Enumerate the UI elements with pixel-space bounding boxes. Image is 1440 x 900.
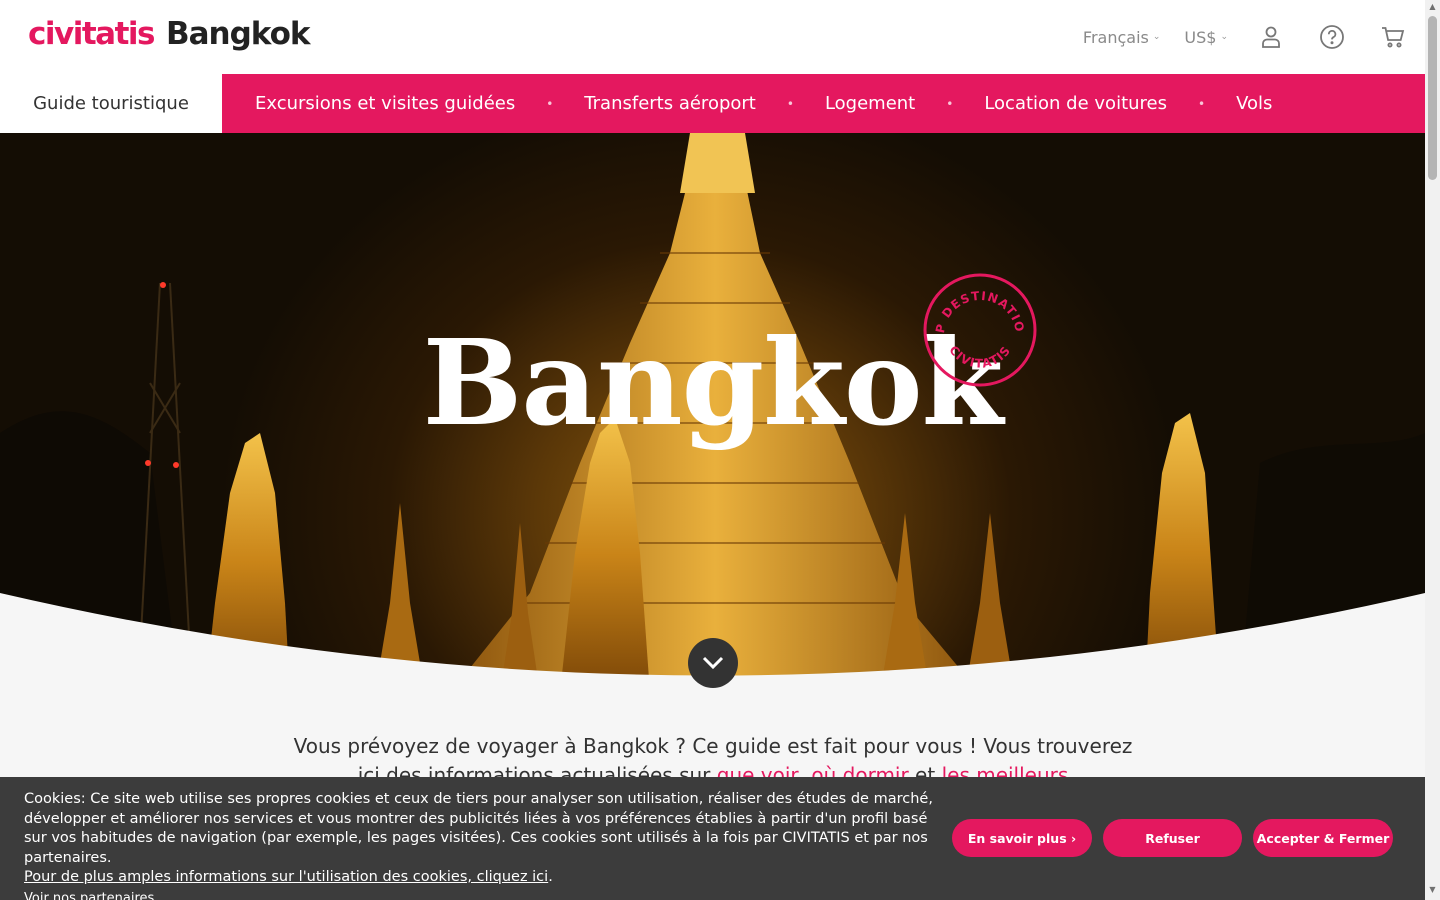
currency-selector[interactable]: US$ ⌄ (1184, 28, 1228, 47)
currency-value: US$ (1184, 27, 1217, 47)
cookie-banner: Cookies: Ce site web utilise ses propres… (0, 777, 1425, 900)
cart-icon[interactable] (1375, 22, 1411, 52)
cookie-message: Cookies: Ce site web utilise ses propres… (24, 791, 933, 866)
nav-tab-guide[interactable]: Guide touristique (0, 74, 222, 133)
user-icon[interactable] (1253, 22, 1289, 52)
scroll-down-arrow[interactable]: ▼ (1428, 886, 1437, 894)
nav-links: Excursions et visites guidées • Transfer… (222, 74, 1425, 133)
chevron-down-icon: ⌄ (1152, 32, 1161, 42)
svg-text:CIVITATIS: CIVITATIS (946, 343, 1013, 371)
top-header: civitatis Bangkok Français ⌄ US$ ⌄ (0, 0, 1425, 74)
intro-line-1: Vous prévoyez de voyager à Bangkok ? Ce … (293, 734, 1133, 758)
nav-item-transfers[interactable]: Transferts aéroport (584, 93, 756, 114)
nav-item-excursions[interactable]: Excursions et visites guidées (255, 93, 515, 114)
cookie-text-block: Cookies: Ce site web utilise ses propres… (24, 790, 944, 900)
language-selector[interactable]: Français ⌄ (1083, 28, 1161, 47)
hero-title: Bangkok (422, 313, 1004, 452)
nav-separator: • (546, 96, 554, 111)
chevron-down-icon: ⌄ (1220, 32, 1228, 42)
header-actions: Français ⌄ US$ ⌄ (1083, 22, 1411, 52)
scroll-down-button[interactable] (688, 638, 738, 688)
nav-item-car-rental[interactable]: Location de voitures (984, 93, 1167, 114)
help-icon[interactable] (1314, 22, 1350, 52)
scroll-up-arrow[interactable]: ▲ (1428, 3, 1437, 11)
logo[interactable]: civitatis Bangkok (28, 16, 310, 52)
hero-banner: Bangkok TOP DESTINATIONS CIVITATIS (0, 133, 1425, 693)
chevron-down-icon (702, 656, 724, 670)
stamp-bottom-text: CIVITATIS (946, 343, 1012, 371)
cookie-period: . (548, 869, 553, 885)
page-scrollbar[interactable]: ▲ ▼ (1425, 0, 1440, 900)
top-destinations-stamp: TOP DESTINATIONS CIVITATIS (922, 272, 1037, 387)
accept-close-button[interactable]: Accepter & Fermer (1253, 819, 1393, 857)
stamp-top-text: TOP DESTINATIONS (922, 272, 1026, 334)
scrollbar-thumb[interactable] (1428, 16, 1437, 180)
logo-brand: civitatis (28, 16, 155, 52)
nav-separator: • (786, 96, 794, 111)
nav-separator: • (1198, 96, 1206, 111)
language-value: Français (1082, 27, 1149, 47)
logo-city: Bangkok (165, 16, 311, 52)
nav-separator: • (946, 96, 954, 111)
nav-item-lodging[interactable]: Logement (825, 93, 915, 114)
svg-text:TOP DESTINATIONS: TOP DESTINATIONS (922, 272, 1027, 334)
main-nav: Guide touristique Excursions et visites … (0, 74, 1425, 133)
refuse-button[interactable]: Refuser (1103, 819, 1242, 857)
cookie-info-link[interactable]: Pour de plus amples informations sur l'u… (24, 869, 548, 885)
cookie-buttons: En savoir plus › Refuser Accepter & Ferm… (952, 819, 1393, 857)
nav-item-flights[interactable]: Vols (1236, 93, 1272, 114)
cookie-partners-link[interactable]: Voir nos partenaires (24, 889, 944, 900)
learn-more-button[interactable]: En savoir plus › (952, 819, 1092, 857)
